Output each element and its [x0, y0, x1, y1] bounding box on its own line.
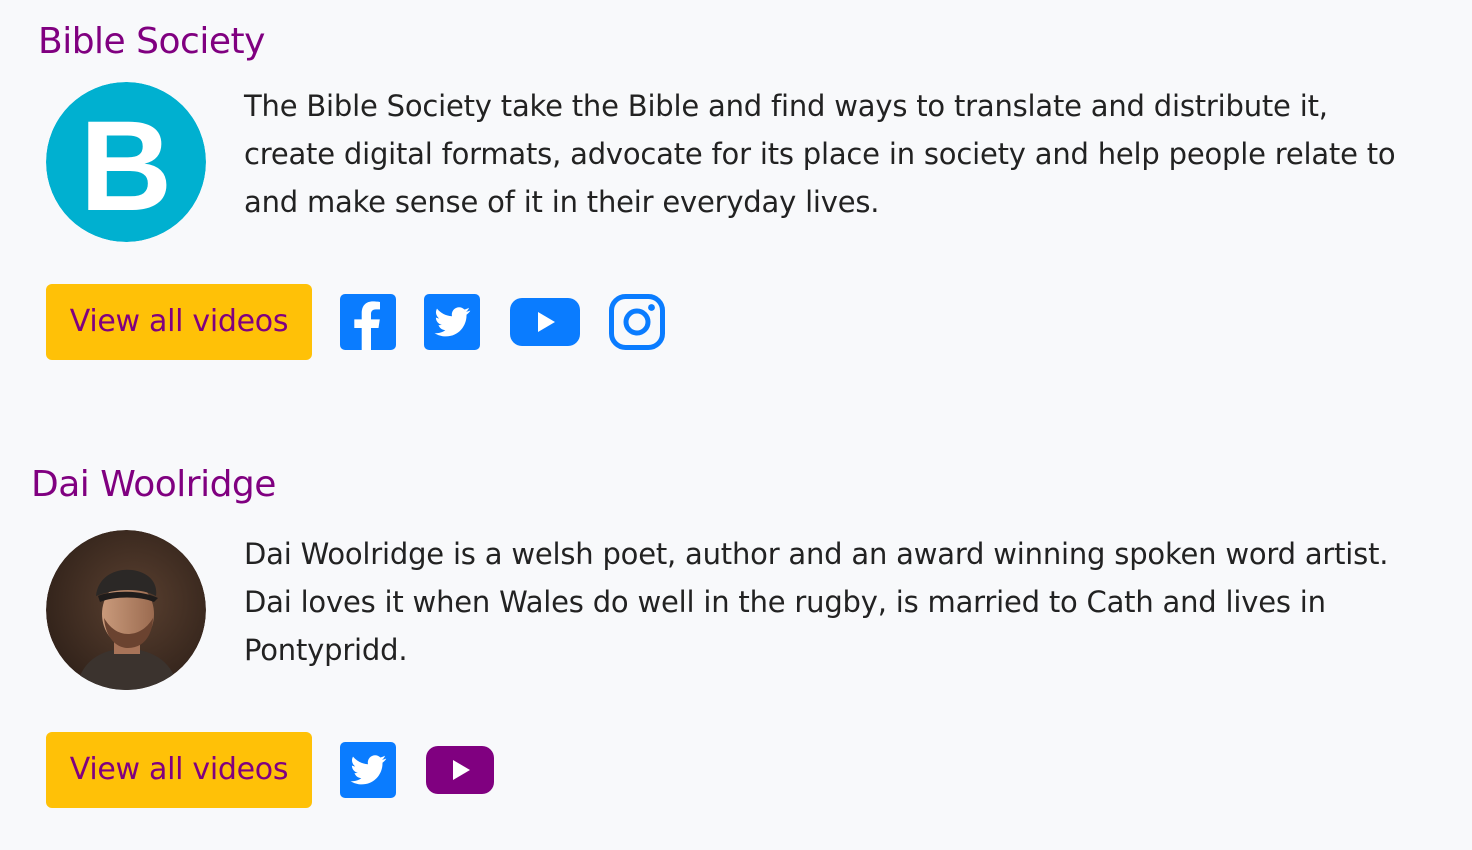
profile-bio: The Bible Society take the Bible and fin…: [244, 89, 1396, 219]
youtube-icon[interactable]: [426, 746, 494, 794]
profile-name: Dai Woolridge: [31, 464, 276, 505]
view-all-videos-button[interactable]: View all videos: [46, 284, 312, 360]
dai-woolridge-photo: [46, 530, 206, 690]
twitter-icon[interactable]: [340, 742, 396, 798]
bible-society-logo-graphic: B: [46, 82, 206, 242]
profile-name: Bible Society: [38, 21, 265, 62]
view-all-videos-button[interactable]: View all videos: [46, 732, 312, 808]
page: Bible Society B The Bible Society take t…: [0, 0, 1472, 850]
profile-bio: Dai Woolridge is a welsh poet, author an…: [244, 537, 1389, 667]
logo-letter: B: [80, 95, 172, 238]
portrait-image: [46, 530, 206, 690]
youtube-icon[interactable]: [510, 298, 580, 346]
facebook-icon[interactable]: [340, 294, 396, 350]
bible-society-logo: B: [46, 82, 206, 242]
twitter-icon[interactable]: [424, 294, 480, 350]
instagram-icon[interactable]: [609, 294, 665, 350]
